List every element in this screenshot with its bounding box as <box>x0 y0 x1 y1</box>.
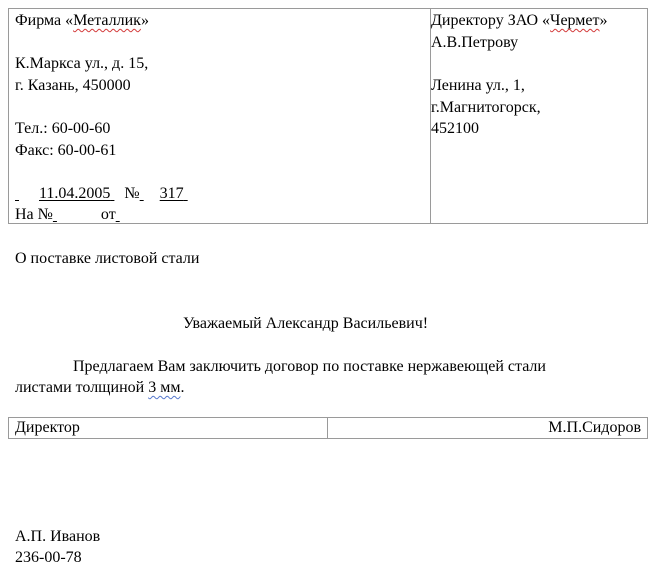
executor-phone: 236-00-78 <box>15 549 82 566</box>
sender-date: 11.04.2005 <box>39 185 111 202</box>
recipient-title: Директору ЗАО «Чермет» <box>431 10 608 32</box>
executor-name: А.П. Иванов <box>15 528 101 545</box>
sender-company: Фирма «Металлик» <box>15 10 149 32</box>
sender-ref-from-label: от <box>100 206 116 223</box>
letter-greeting: Уважаемый Александр Васильевич! <box>183 315 429 332</box>
recipient-title-suffix: » <box>599 12 608 29</box>
recipient-title-prefix: Директору ЗАО « <box>431 12 551 29</box>
letter-body-line1: Предлагаем Вам заключить договор по пост… <box>73 358 546 375</box>
body-line2-mark: 3 мм <box>148 379 181 396</box>
sender-fax: Факс: 60-00-61 <box>15 142 117 159</box>
recipient-city: г.Магнитогорск, <box>431 99 541 116</box>
letter-body-line2: листами толщиной 3 мм. <box>15 377 184 399</box>
signature-divider <box>327 418 328 438</box>
body-line2-post: . <box>180 379 185 396</box>
sender-date-line: 11.04.2005 № 317 <box>15 183 222 205</box>
signature-position: Директор <box>15 419 80 436</box>
sender-ref-label: На № <box>15 206 53 223</box>
letter-subject: О поставке листовой стали <box>15 250 200 267</box>
sender-number-label: № <box>124 185 140 202</box>
recipient-name: А.В.Петрову <box>431 34 519 51</box>
recipient-zip: 452100 <box>431 120 479 137</box>
body-line2-pre: листами толщиной <box>15 379 149 396</box>
sender-phone: Тел.: 60-00-60 <box>15 120 111 137</box>
sender-ref-line: На № от <box>15 204 226 226</box>
sender-city: г. Казань, 450000 <box>15 77 131 94</box>
recipient-title-company: Чермет <box>550 12 600 29</box>
sender-company-prefix: Фирма « <box>15 12 74 29</box>
recipient-street: Ленина ул., 1, <box>431 77 525 94</box>
sender-street: К.Маркса ул., д. 15, <box>15 55 149 72</box>
sender-company-suffix: » <box>140 12 149 29</box>
sender-company-name: Металлик <box>73 12 141 29</box>
sender-number: 317 <box>159 185 184 202</box>
signature-name: М.П.Сидоров <box>548 419 641 436</box>
